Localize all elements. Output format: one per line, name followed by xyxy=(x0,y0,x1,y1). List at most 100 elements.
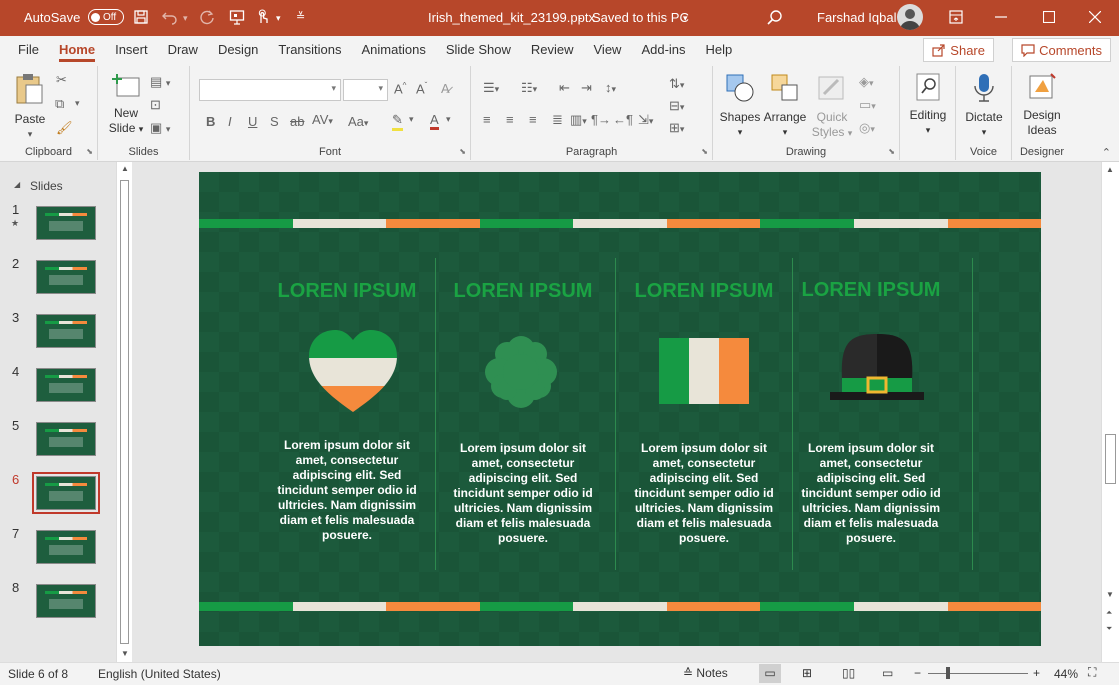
redo-icon[interactable] xyxy=(199,9,215,25)
align-text-icon[interactable]: ⊟▾ xyxy=(669,98,684,114)
slide-thumbnail[interactable] xyxy=(36,584,96,618)
paste-dropdown-icon[interactable]: ▾ xyxy=(12,127,48,142)
highlight-icon[interactable]: ✎ xyxy=(392,112,403,131)
tab-file[interactable]: File xyxy=(8,36,49,64)
increase-indent-icon[interactable]: ⇥ xyxy=(581,80,592,96)
scroll-down-icon[interactable]: ▼ xyxy=(121,649,129,658)
editor-scroll-up-icon[interactable]: ▲ xyxy=(1106,165,1114,174)
notes-button[interactable]: ≙ Notes xyxy=(683,666,728,680)
arrange-button[interactable]: Arrange ▾ xyxy=(763,72,807,140)
shamrock-icon[interactable] xyxy=(481,332,561,415)
slide-thumbnail[interactable] xyxy=(36,206,96,240)
zoom-out-icon[interactable]: − xyxy=(914,666,921,680)
design-ideas-button[interactable]: Design Ideas xyxy=(1016,72,1068,138)
strikethrough-icon[interactable]: ab xyxy=(290,114,304,129)
editor-scroll-down-icon[interactable]: ▼ xyxy=(1106,590,1114,599)
tab-draw[interactable]: Draw xyxy=(158,36,208,64)
slide-sorter-icon[interactable]: ⊞ xyxy=(802,666,812,680)
autosave-toggle[interactable]: Off xyxy=(88,9,124,25)
editing-button[interactable]: Editing ▾ xyxy=(904,72,952,138)
zoom-slider[interactable] xyxy=(928,673,1028,674)
underline-icon[interactable]: U xyxy=(248,114,257,129)
touch-dropdown-icon[interactable]: ▾ xyxy=(276,13,281,24)
dictate-button[interactable]: Dictate ▾ xyxy=(960,72,1008,140)
maximize-icon[interactable] xyxy=(1043,11,1055,23)
cut-icon[interactable]: ✂ xyxy=(56,72,67,88)
shadow-icon[interactable]: S xyxy=(270,114,279,129)
font-color-icon[interactable]: A xyxy=(430,112,439,130)
column-title[interactable]: LOREN IPSUM xyxy=(783,279,959,302)
undo-icon[interactable] xyxy=(161,9,179,25)
shape-outline-icon[interactable]: ▭▾ xyxy=(859,97,876,113)
panel-scroll-thumb[interactable] xyxy=(120,180,129,644)
text-direction-icon[interactable]: ⇅▾ xyxy=(669,76,684,92)
tab-transitions[interactable]: Transitions xyxy=(268,36,351,64)
shapes-dropdown-icon[interactable]: ▾ xyxy=(719,125,761,140)
quick-styles-dropdown-icon[interactable]: ▾ xyxy=(848,128,853,138)
slide-thumbnail[interactable] xyxy=(36,368,96,402)
paragraph-launcher-icon[interactable]: ⬊ xyxy=(701,147,708,156)
save-status-dropdown-icon[interactable]: ▾ xyxy=(683,13,688,24)
search-icon[interactable] xyxy=(766,9,783,26)
copy-dropdown-icon[interactable]: ▾ xyxy=(75,98,80,109)
quick-styles-button[interactable]: Quick Styles ▾ xyxy=(811,72,853,141)
tab-animations[interactable]: Animations xyxy=(352,36,436,64)
decrease-indent-icon[interactable]: ⇤ xyxy=(559,80,570,96)
tab-insert[interactable]: Insert xyxy=(105,36,158,64)
column-body-text[interactable]: Lorem ipsum dolor sit amet, consectetur … xyxy=(634,441,774,546)
slide-show-icon[interactable]: ▭ xyxy=(882,666,893,680)
column-body-text[interactable]: Lorem ipsum dolor sit amet, consectetur … xyxy=(453,441,593,546)
arrange-dropdown-icon[interactable]: ▾ xyxy=(763,125,807,140)
character-spacing-icon[interactable]: AV▾ xyxy=(312,112,333,127)
column-body-text[interactable]: Lorem ipsum dolor sit amet, consectetur … xyxy=(277,438,417,543)
tab-add-ins[interactable]: Add-ins xyxy=(631,36,695,64)
language-indicator[interactable]: English (United States) xyxy=(98,667,221,681)
zoom-slider-thumb[interactable] xyxy=(946,667,950,679)
normal-view-icon[interactable]: ▭ xyxy=(759,664,781,683)
slide-thumbnail[interactable] xyxy=(36,314,96,348)
bullets-icon[interactable]: ☰▾ xyxy=(483,80,499,96)
layout-icon[interactable]: ▤ ▾ xyxy=(150,74,170,90)
format-painter-icon[interactable]: 🖌 xyxy=(56,120,73,136)
panel-scrollbar[interactable]: ▲ ▼ xyxy=(116,162,132,662)
column-title[interactable]: LOREN IPSUM xyxy=(259,280,435,303)
new-slide-button[interactable]: New Slide ▾ xyxy=(106,72,146,137)
convert-smartart-icon[interactable]: ⊞▾ xyxy=(669,120,684,136)
shape-effects-icon[interactable]: ◎▾ xyxy=(859,120,875,136)
new-slide-dropdown-icon[interactable]: ▾ xyxy=(139,124,144,134)
ltr-icon[interactable]: ¶→ xyxy=(591,112,611,127)
collapse-panel-icon[interactable]: ◢ xyxy=(14,180,20,189)
touch-mode-icon[interactable] xyxy=(255,9,271,25)
tab-slide-show[interactable]: Slide Show xyxy=(436,36,521,64)
align-right-icon[interactable]: ≡ xyxy=(529,112,537,127)
change-case-icon[interactable]: Aa▾ xyxy=(348,114,368,129)
font-launcher-icon[interactable]: ⬊ xyxy=(459,147,466,156)
font-name-dropdown-icon[interactable]: ▾ xyxy=(331,83,336,94)
font-size-dropdown-icon[interactable]: ▾ xyxy=(378,83,383,94)
share-button[interactable]: Share xyxy=(923,38,994,62)
rtl-icon[interactable]: ←¶ xyxy=(613,112,633,127)
tab-home[interactable]: Home xyxy=(49,36,105,64)
undo-dropdown-icon[interactable]: ▾ xyxy=(183,13,188,24)
font-color-dropdown-icon[interactable]: ▾ xyxy=(446,114,451,125)
columns-icon[interactable]: ▥▾ xyxy=(570,112,587,128)
align-left-icon[interactable]: ≡ xyxy=(483,112,491,127)
editing-dropdown-icon[interactable]: ▾ xyxy=(904,123,952,138)
close-icon[interactable] xyxy=(1089,11,1101,23)
slide-thumbnail[interactable] xyxy=(32,472,100,514)
slide-canvas[interactable]: LOREN IPSUM Lorem ipsum dolor sit amet, c… xyxy=(199,172,1041,646)
justify-icon[interactable]: ≣ xyxy=(552,112,563,128)
section-icon[interactable]: ▣ ▾ xyxy=(150,120,170,136)
smartart-spacing-icon[interactable]: ⇲▾ xyxy=(638,112,653,128)
drawing-launcher-icon[interactable]: ⬊ xyxy=(888,147,895,156)
italic-icon[interactable]: I xyxy=(228,114,232,129)
column-title[interactable]: LOREN IPSUM xyxy=(616,280,792,303)
column-title[interactable]: LOREN IPSUM xyxy=(435,280,611,303)
clear-formatting-icon[interactable]: A̷ xyxy=(441,81,450,96)
shrink-font-icon[interactable]: Aˇ xyxy=(416,81,427,96)
next-slide-icon[interactable]: ⏷ xyxy=(1106,624,1112,634)
ribbon-display-options-icon[interactable] xyxy=(949,10,963,24)
collapse-ribbon-icon[interactable]: ⌃ xyxy=(1102,146,1111,159)
previous-slide-icon[interactable]: ⏶ xyxy=(1106,608,1112,618)
font-size-combobox[interactable]: ▾ xyxy=(343,79,388,101)
